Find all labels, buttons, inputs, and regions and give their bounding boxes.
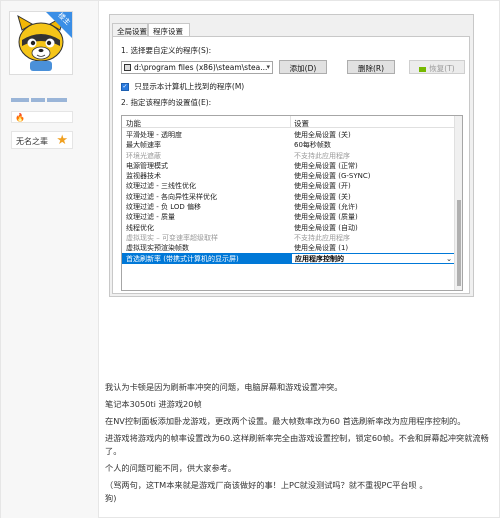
column-header-setting[interactable]: 设置	[294, 118, 309, 129]
user-title-text: 无名之辈	[16, 137, 48, 146]
chevron-down-icon: ⌄	[446, 254, 452, 263]
post-paragraph: 个人的问题可能不同，供大家参考。	[105, 463, 237, 473]
post-paragraph: 进游戏将游戏内的帧率设置改为60.这样刷新率完全由游戏设置控制，锁定60帧。不会…	[105, 433, 489, 456]
username-blurred[interactable]	[11, 95, 73, 102]
settings-row[interactable]: 纹理过滤 - 质量 使用全局设置 (质量)	[122, 211, 456, 221]
refresh-rate-select[interactable]: 应用程序控制的 ⌄	[291, 252, 456, 264]
checkbox-checked-icon[interactable]: ✓	[121, 83, 129, 91]
post-paragraph: 我认为卡顿是因为刷新率冲突的问题，电脑屏幕和游戏设置冲突。	[105, 382, 343, 392]
post-paragraph: 在NV控制面板添加卧龙游戏，更改两个设置。最大帧数率改为60 首选刷新率改为应用…	[105, 416, 466, 426]
author-panel: 楼主 🔥 无名之辈 ★	[1, 1, 99, 518]
show-found-programs-checkbox-row[interactable]: ✓ 只显示本计算机上找到的程序(M)	[121, 81, 244, 92]
settings-row[interactable]: 虚拟现实 – 可变速率超级取样 不支持此应用程序	[122, 232, 456, 242]
specify-settings-label: 2. 指定该程序的设置值(E):	[121, 98, 212, 107]
settings-row[interactable]: 纹理过滤 - 各向异性采样优化 使用全局设置 (关)	[122, 191, 456, 201]
delete-button[interactable]: 删除(R)	[347, 60, 395, 74]
program-path-text: d:\program files (x86)\steam\steа...	[134, 63, 268, 72]
user-title-badge: 无名之辈 ★	[11, 131, 73, 149]
flame-icon: 🔥	[15, 113, 25, 122]
restore-button[interactable]: 恢复(T)	[409, 60, 465, 74]
refresh-rate-value: 应用程序控制的	[295, 254, 344, 263]
grid-header: 功能 设置	[122, 116, 456, 128]
nvidia-logo-icon	[419, 66, 427, 72]
settings-row[interactable]: 线程优化 使用全局设置 (自动)	[122, 222, 456, 232]
chevron-down-icon: ▾	[266, 63, 270, 71]
tab-program-settings[interactable]: 程序设置	[148, 23, 190, 37]
checkbox-label: 只显示本计算机上找到的程序(M)	[134, 82, 245, 91]
scrollbar-thumb[interactable]	[457, 200, 461, 286]
program-select[interactable]: d:\program files (x86)\steam\steа... ▾	[121, 61, 273, 74]
add-button[interactable]: 添加(D)	[279, 60, 327, 74]
column-header-feature[interactable]: 功能	[126, 118, 141, 129]
settings-row[interactable]: 虚拟现实预渲染帧数 使用全局设置 (1)	[122, 242, 456, 252]
settings-row[interactable]: 最大帧速率 60每秒帧数	[122, 139, 456, 149]
settings-grid[interactable]: 功能 设置 平滑处理 - 透明度 使用全局设置 (关) 最大帧速率 60每秒帧数 环…	[121, 115, 463, 291]
post-body: 我认为卡顿是因为刷新率冲突的问题，电脑屏幕和游戏设置冲突。 笔记本3050ti …	[105, 381, 495, 505]
grid-scrollbar[interactable]	[454, 116, 462, 290]
nvidia-settings-screenshot[interactable]: 全局设置 程序设置 1. 选择要自定义的程序(S): d:\program fi…	[109, 14, 474, 297]
column-divider	[290, 116, 291, 128]
settings-row[interactable]: 纹理过滤 - 负 LOD 偏移 使用全局设置 (允许)	[122, 201, 456, 211]
settings-row[interactable]: 纹理过滤 - 三线性优化 使用全局设置 (开)	[122, 180, 456, 190]
avatar[interactable]: 楼主	[9, 11, 73, 75]
row-feature: 首选刷新率 (带携式计算机的显示屏)	[126, 254, 239, 263]
settings-row[interactable]: 环境光遮蔽 不支持此应用程序	[122, 150, 456, 160]
post-paragraph: 笔记本3050ti 进游戏20帧	[105, 399, 202, 409]
settings-row-selected[interactable]: 首选刷新率 (带携式计算机的显示屏) 应用程序控制的 ⌄	[122, 252, 456, 264]
medal-icon: ★	[56, 133, 68, 148]
tab-global-settings[interactable]: 全局设置	[112, 23, 148, 37]
settings-row[interactable]: 电源管理模式 使用全局设置 (正常)	[122, 160, 456, 170]
program-settings-panel: 1. 选择要自定义的程序(S): d:\program files (x86)\…	[112, 36, 470, 294]
program-icon	[124, 64, 131, 71]
post-frame: 楼主 🔥 无名之辈 ★ 全局设置 程序设置 1. 选择要自定义的程序(S): d…	[0, 0, 500, 518]
restore-label: 恢复(T)	[429, 64, 455, 73]
settings-rows: 平滑处理 - 透明度 使用全局设置 (关) 最大帧速率 60每秒帧数 环境光遮蔽 不支…	[122, 129, 456, 264]
level-badge: 🔥	[11, 111, 73, 123]
post-paragraph: 狗)	[105, 493, 117, 503]
post-paragraph: （骂两句，这TM本来就是游戏厂商该做好的事！上PC就没测试吗？就不重视PC平台呗…	[105, 480, 428, 490]
settings-row[interactable]: 平滑处理 - 透明度 使用全局设置 (关)	[122, 129, 456, 139]
settings-row[interactable]: 监视器技术 使用全局设置 (G-SYNC)	[122, 170, 456, 180]
select-program-label: 1. 选择要自定义的程序(S):	[121, 46, 212, 55]
